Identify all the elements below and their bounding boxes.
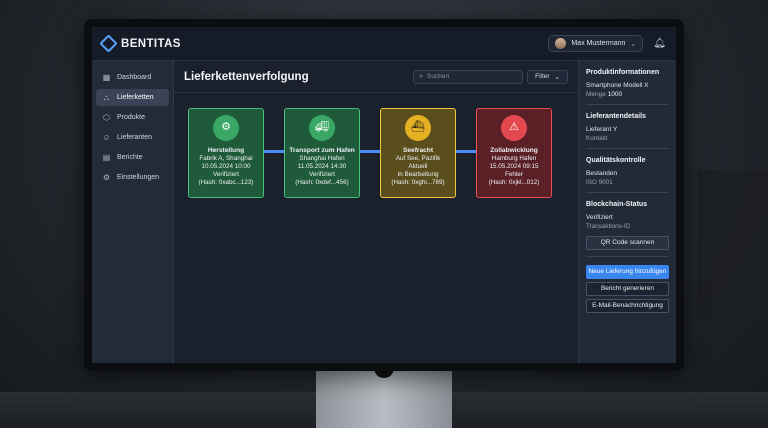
add-delivery-button[interactable]: Neue Lieferung hinzufügen [586,265,669,279]
brand-name: BENTITAS [121,37,181,50]
avatar [555,38,567,49]
transaction-id[interactable]: Transaktions-ID [586,223,669,230]
main-content: Lieferkettenverfolgung ⌕ Filter ⌄ [174,61,578,363]
header-actions: ⌕ Filter ⌄ [413,69,568,84]
supplier-contact-link[interactable]: Kontakt [586,135,669,142]
network-icon: ⛬ [103,92,110,102]
step-title: Transport zum Hafen [289,147,355,154]
step-title: Seefracht [402,147,434,154]
brand[interactable]: BENTITAS [99,34,181,53]
sidebar-item-einstellungen[interactable]: ⚙ Einstellungen [96,169,169,186]
sidebar-item-label: Lieferketten [117,94,154,101]
user-menu-button[interactable]: Max Mustermann ⌄ [548,35,644,52]
app-window: BENTITAS Max Mustermann ⌄ 🔔︎ ▦ Dashboard… [92,27,676,363]
cube-logo-icon [99,34,118,53]
step-title: Zollabwicklung [490,147,538,154]
panel-actions: Neue Lieferung hinzufügen Bericht generi… [586,265,669,313]
step-hash: (Hash: 0xghi...789) [391,178,445,186]
search-icon: ⌕ [419,72,424,80]
step-date: 11.05.2024 14:30 [297,163,347,171]
section-heading: Blockchain-Status [586,201,648,208]
chevron-down-icon: ⌄ [554,73,560,81]
supplier-name: Lieferant Y [586,126,618,133]
search-box[interactable]: ⌕ [413,69,524,84]
step-location: Fabrik A, Shanghai [199,155,253,163]
blockchain-status: Verifiziert [586,214,613,221]
supplier-section: Lieferantendetails Lieferant Y Kontakt [586,113,669,149]
quantity-label: Menge [586,91,606,98]
product-name: Smartphone Modell X [586,82,649,89]
ship-icon: ⛴ [405,115,431,141]
user-name: Max Mustermann [571,40,626,47]
step-hash: (Hash: 0xabc...123) [198,178,254,186]
background-window [698,170,768,320]
step-date: Aktuell [408,163,428,171]
sidebar-item-lieferketten[interactable]: ⛬ Lieferketten [96,89,169,106]
flow-connector [456,150,476,153]
bell-icon[interactable]: 🔔︎ [653,38,666,49]
step-date: 10.05.2024 10:00 [201,163,251,171]
step-date: 15.05.2024 09:15 [489,163,539,171]
filter-label: Filter [535,73,550,80]
supply-chain-flow: ⚙ Herstellung Fabrik A, Shanghai 10.05.2… [188,108,554,198]
quality-norm: ISO 9001 [586,179,613,186]
step-location: Hamburg Hafen [491,155,537,163]
quantity-value: 1000 [607,91,623,98]
step-status: Verifiziert [213,170,239,178]
product-info-section: Produktinformationen Smartphone Modell X… [586,69,669,105]
product-quantity: Menge 1000 [586,91,669,98]
sidebar-item-dashboard[interactable]: ▦ Dashboard [96,69,169,86]
sidebar-item-label: Lieferanten [117,134,153,141]
flow-connector [360,150,380,153]
step-card-transport[interactable]: 🚚︎ Transport zum Hafen Shanghai Hafen 11… [284,108,360,198]
sidebar-item-berichte[interactable]: ▤ Berichte [96,149,169,166]
step-location: Auf See, Pazifik [395,155,441,163]
gear-icon: ⚙ [102,173,111,182]
generate-report-button[interactable]: Bericht generieren [586,282,669,296]
gear-icon: ⚙ [213,115,239,141]
sidebar-item-label: Dashboard [117,74,152,81]
app-body: ▦ Dashboard ⛬ Lieferketten ⬡ Produkte ☺ … [92,61,676,363]
email-notification-button[interactable]: E-Mail-Benachrichtigung [586,299,669,313]
sidebar-item-lieferanten[interactable]: ☺ Lieferanten [96,129,169,146]
search-input[interactable] [427,73,518,80]
sidebar-item-label: Einstellungen [117,174,160,181]
blockchain-section: Blockchain-Status Verifiziert Transaktio… [586,201,669,257]
flow-connector [264,150,284,153]
top-bar: BENTITAS Max Mustermann ⌄ 🔔︎ [92,27,676,61]
step-status: Fehler [505,170,523,178]
people-icon: ☺ [102,133,111,142]
step-card-seefracht[interactable]: ⛴ Seefracht Auf See, Pazifik Aktuell In … [380,108,456,198]
grid-icon: ▦ [102,73,111,82]
chevron-down-icon: ⌄ [630,40,637,48]
section-heading: Produktinformationen [586,69,660,76]
main-header: Lieferkettenverfolgung ⌕ Filter ⌄ [174,61,578,93]
step-status: Verifiziert [309,170,335,178]
section-heading: Qualitätskontrolle [586,157,646,164]
step-status: In Bearbeitung [397,170,439,178]
step-title: Herstellung [207,147,245,154]
step-card-zollabwicklung[interactable]: ⚠ Zollabwicklung Hamburg Hafen 15.05.202… [476,108,552,198]
step-hash: (Hash: 0xdef...456) [295,178,349,186]
step-card-herstellung[interactable]: ⚙ Herstellung Fabrik A, Shanghai 10.05.2… [188,108,264,198]
step-hash: (Hash: 0xjkl...012) [488,178,540,186]
section-heading: Lieferantendetails [586,113,646,120]
monitor: BENTITAS Max Mustermann ⌄ 🔔︎ ▦ Dashboard… [84,19,684,371]
qr-scan-button[interactable]: QR Code scannen [586,236,669,250]
sidebar-item-label: Produkte [117,114,146,121]
sidebar-item-produkte[interactable]: ⬡ Produkte [96,109,169,126]
page-title: Lieferkettenverfolgung [184,70,309,83]
box-icon: ⬡ [103,113,110,122]
quality-section: Qualitätskontrolle Bestanden ISO 9001 [586,157,669,193]
customs-icon: ⚠ [501,115,527,141]
truck-icon: 🚚︎ [309,115,335,141]
sidebar-item-label: Berichte [117,154,143,161]
step-location: Shanghai Hafen [299,155,345,163]
details-panel: Produktinformationen Smartphone Modell X… [578,61,676,363]
sidebar: ▦ Dashboard ⛬ Lieferketten ⬡ Produkte ☺ … [92,61,174,363]
top-right-controls: Max Mustermann ⌄ 🔔︎ [548,35,666,52]
quality-status: Bestanden [586,170,618,177]
filter-button[interactable]: Filter ⌄ [527,69,568,84]
document-icon: ▤ [102,153,111,162]
